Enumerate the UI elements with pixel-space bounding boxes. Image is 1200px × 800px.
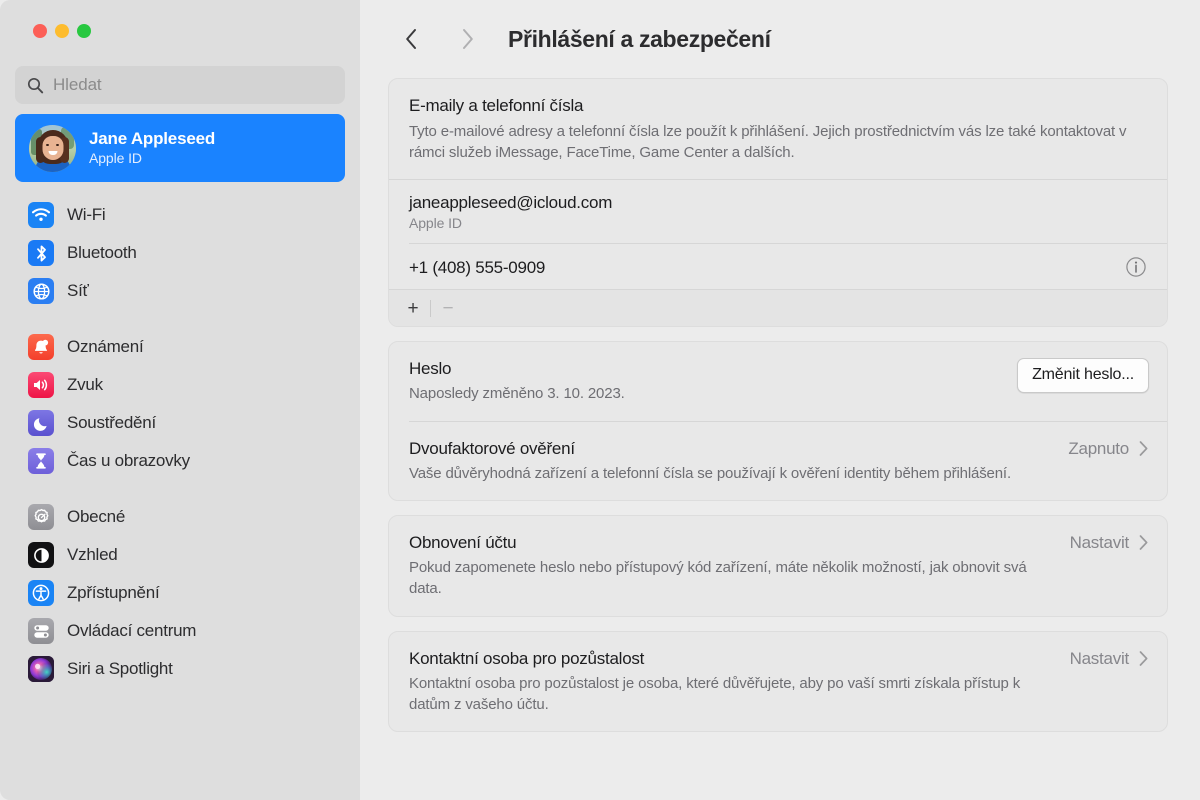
control-center-icon (28, 618, 54, 644)
chevron-right-icon (462, 29, 473, 49)
account-recovery-subtitle: Pokud zapomenete heslo nebo přístupový k… (409, 559, 1027, 598)
sidebar-item-network[interactable]: Síť (15, 272, 345, 310)
legacy-contact-title: Kontaktní osoba pro pozůstalost (409, 648, 645, 668)
sidebar-divider-gap (15, 310, 345, 328)
avatar (29, 124, 76, 172)
sidebar-item-label: Zpřístupnění (67, 583, 160, 602)
sidebar-group-general: Obecné Vzhled Zpřístupnění Ovládací cent… (15, 498, 345, 688)
sidebar-item-label: Oznámení (67, 337, 144, 356)
two-factor-title: Dvoufaktorové ověření (409, 438, 575, 458)
appearance-icon (28, 542, 54, 568)
two-factor-status: Zapnuto (1068, 438, 1129, 458)
sidebar-item-label: Bluetooth (67, 243, 137, 262)
add-remove-toolbar: + − (389, 290, 1167, 327)
card-title: E-maily a telefonní čísla (409, 96, 584, 115)
bell-icon (28, 334, 54, 360)
sidebar-item-label: Siri a Spotlight (67, 659, 173, 678)
sidebar-item-label: Síť (67, 281, 89, 300)
sidebar-item-siri-spotlight[interactable]: Siri a Spotlight (15, 650, 345, 688)
sidebar: Jane Appleseed Apple ID Wi-Fi (0, 0, 360, 800)
sidebar-item-control-center[interactable]: Ovládací centrum (15, 612, 345, 650)
sidebar-group-system: Oznámení Zvuk Soustředění Čas u obrazovk… (15, 328, 345, 480)
sidebar-item-sound[interactable]: Zvuk (15, 366, 345, 404)
main-content: Přihlášení a zabezpečení E-maily a telef… (360, 0, 1200, 800)
account-name: Jane Appleseed (89, 129, 216, 149)
chevron-right-icon (1138, 440, 1149, 457)
emails-phones-card: E-maily a telefonní čísla Tyto e-mailové… (388, 78, 1168, 328)
sidebar-item-apple-id[interactable]: Jane Appleseed Apple ID (15, 114, 345, 182)
sidebar-item-label: Wi-Fi (67, 205, 106, 224)
toolbar-separator (430, 299, 431, 317)
phone-value: +1 (408) 555-0909 (409, 257, 546, 277)
account-recovery-action: Nastavit (1069, 532, 1130, 552)
sidebar-item-appearance[interactable]: Vzhled (15, 536, 345, 574)
legacy-contact-card[interactable]: Kontaktní osoba pro pozůstalost Kontaktn… (388, 630, 1168, 733)
sidebar-item-label: Obecné (67, 507, 126, 526)
gear-icon (28, 504, 54, 530)
password-subtitle: Naposledy změněno 3. 10. 2023. (409, 385, 625, 403)
search-icon (27, 77, 44, 94)
email-label: Apple ID (409, 214, 462, 231)
list-item[interactable]: janeappleseed@icloud.com Apple ID (389, 180, 1167, 243)
list-item[interactable]: +1 (408) 555-0909 (389, 244, 1167, 289)
system-settings-window: Jane Appleseed Apple ID Wi-Fi (0, 0, 1200, 800)
sidebar-item-bluetooth[interactable]: Bluetooth (15, 234, 345, 272)
sidebar-item-accessibility[interactable]: Zpřístupnění (15, 574, 345, 612)
account-subtitle: Apple ID (89, 150, 142, 167)
two-factor-row[interactable]: Dvoufaktorové ověření Vaše důvěryhodná z… (389, 422, 1167, 500)
sidebar-nav: Wi-Fi Bluetooth Síť Oznámení Zvuk Soustř… (14, 196, 346, 688)
sidebar-item-label: Vzhled (67, 545, 118, 564)
toolbar: Přihlášení a zabezpečení (360, 0, 1200, 78)
password-title: Heslo (409, 359, 452, 379)
wifi-icon (28, 202, 54, 228)
sidebar-group-network: Wi-Fi Bluetooth Síť (15, 196, 345, 310)
remove-button[interactable]: − (434, 295, 462, 321)
account-recovery-card[interactable]: Obnovení účtu Pokud zapomenete heslo neb… (388, 514, 1168, 617)
legacy-contact-subtitle: Kontaktní osoba pro pozůstalost je osoba… (409, 674, 1021, 713)
settings-panels: E-maily a telefonní čísla Tyto e-mailové… (360, 78, 1200, 733)
speaker-icon (28, 372, 54, 398)
chevron-right-icon (1138, 650, 1149, 667)
sidebar-item-label: Čas u obrazovky (67, 451, 190, 470)
legacy-contact-action: Nastavit (1069, 648, 1130, 668)
window-controls (14, 0, 346, 54)
bluetooth-icon (28, 240, 54, 266)
sidebar-divider-gap-2 (15, 480, 345, 498)
back-button[interactable] (392, 20, 430, 58)
zoom-button[interactable] (77, 24, 91, 38)
sidebar-item-label: Ovládací centrum (67, 621, 197, 640)
email-value: janeappleseed@icloud.com (409, 192, 613, 212)
search-input[interactable] (53, 75, 333, 95)
chevron-left-icon (405, 29, 416, 49)
change-password-button[interactable]: Změnit heslo... (1017, 358, 1149, 394)
sidebar-item-screen-time[interactable]: Čas u obrazovky (15, 442, 345, 480)
sidebar-item-notifications[interactable]: Oznámení (15, 328, 345, 366)
minimize-button[interactable] (55, 24, 69, 38)
page-title: Přihlášení a zabezpečení (508, 25, 771, 52)
password-row: Heslo Naposledy změněno 3. 10. 2023. Změ… (389, 342, 1167, 420)
emails-phones-header: E-maily a telefonní čísla Tyto e-mailové… (389, 79, 1167, 179)
account-recovery-row[interactable]: Obnovení účtu Pokud zapomenete heslo neb… (389, 516, 1167, 616)
sidebar-item-focus[interactable]: Soustředění (15, 404, 345, 442)
card-description: Tyto e-mailové adresy a telefonní čísla … (409, 123, 1127, 162)
sidebar-item-general[interactable]: Obecné (15, 498, 345, 536)
close-button[interactable] (33, 24, 47, 38)
forward-button[interactable] (448, 20, 486, 58)
add-button[interactable]: + (399, 295, 427, 321)
sidebar-item-wifi[interactable]: Wi-Fi (15, 196, 345, 234)
info-icon[interactable] (1125, 256, 1147, 278)
siri-icon (28, 656, 54, 682)
sidebar-item-label: Soustředění (67, 413, 156, 432)
search-field[interactable] (15, 66, 345, 104)
hourglass-icon (28, 448, 54, 474)
chevron-right-icon (1138, 534, 1149, 551)
security-card: Heslo Naposledy změněno 3. 10. 2023. Změ… (388, 341, 1168, 501)
network-globe-icon (28, 278, 54, 304)
sidebar-item-label: Zvuk (67, 375, 103, 394)
legacy-contact-row[interactable]: Kontaktní osoba pro pozůstalost Kontaktn… (389, 632, 1167, 732)
moon-icon (28, 410, 54, 436)
two-factor-subtitle: Vaše důvěryhodná zařízení a telefonní čí… (409, 464, 1011, 482)
accessibility-icon (28, 580, 54, 606)
account-recovery-title: Obnovení účtu (409, 532, 517, 552)
